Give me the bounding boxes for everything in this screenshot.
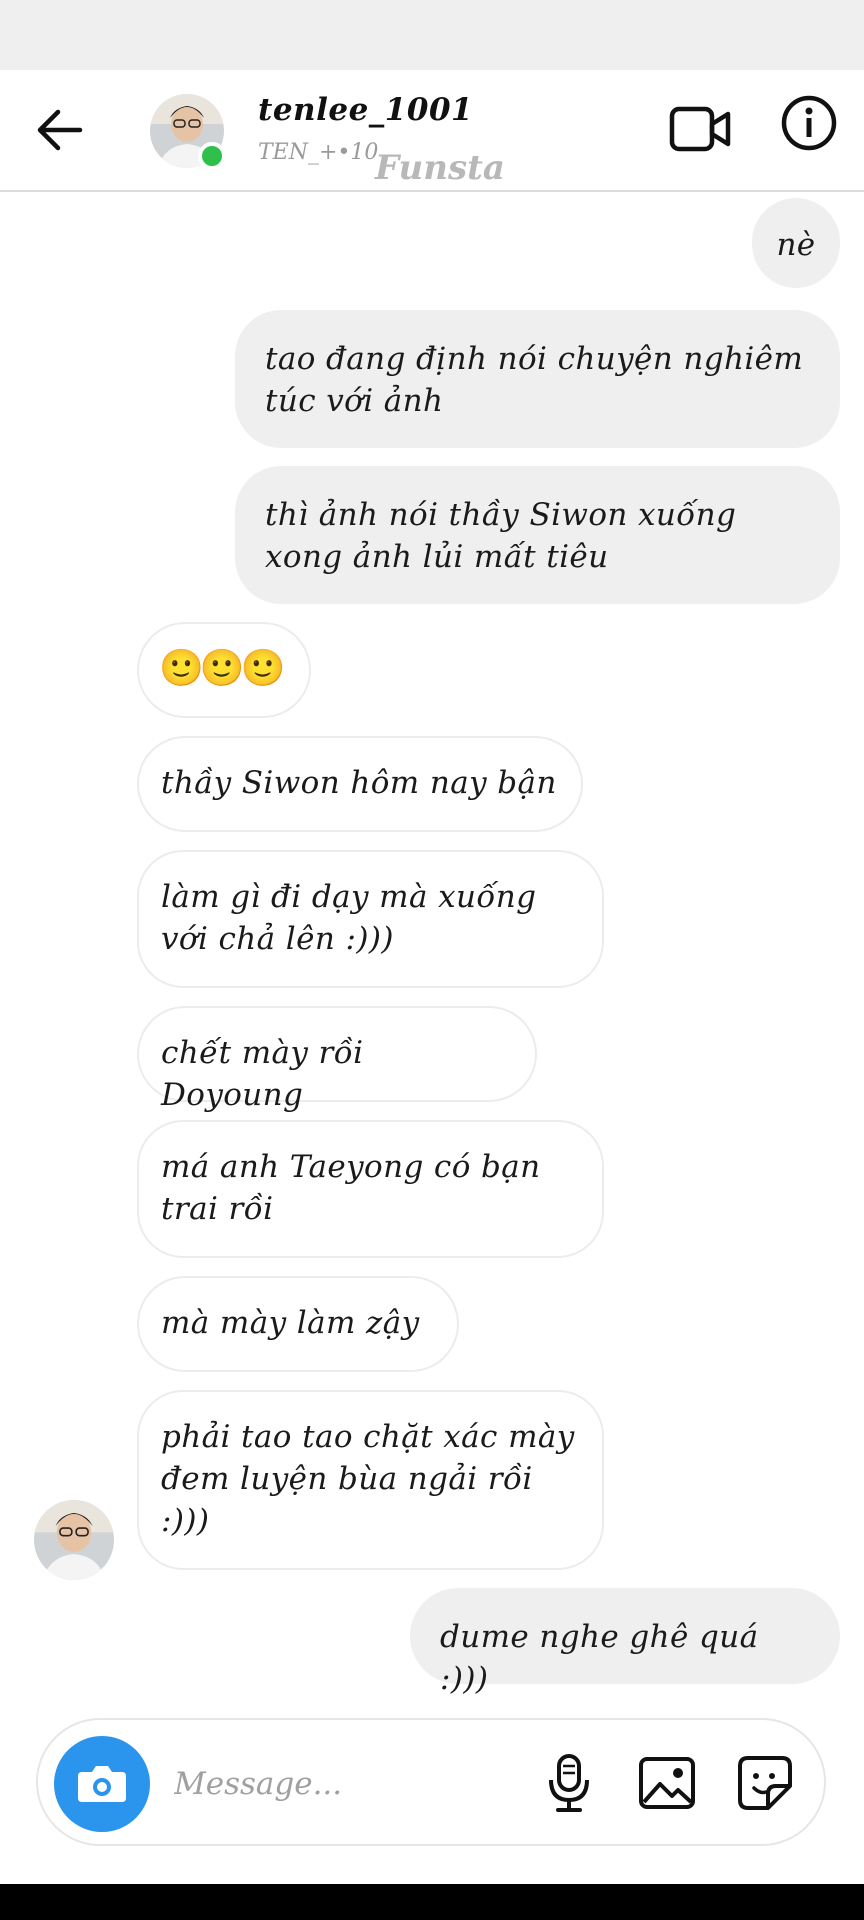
avatar-photo (34, 1500, 114, 1580)
system-navigation-bar (0, 1884, 864, 1920)
contact-avatar[interactable] (150, 94, 226, 170)
microphone-icon (549, 1754, 589, 1812)
sticker-icon (738, 1756, 792, 1810)
chat-header: tenlee_1001 TEN_+•10 Funsta (0, 70, 864, 192)
contact-subname: TEN_+•10 (258, 140, 379, 165)
video-call-button[interactable] (668, 96, 734, 162)
message-bubble-incoming[interactable]: làm gì đi dạy mà xuống với chả lên :))) (137, 850, 604, 988)
message-bubble-incoming[interactable]: phải tao tao chặt xác mày đem luyện bùa … (137, 1390, 604, 1570)
sticker-button[interactable] (732, 1750, 798, 1816)
message-bubble-outgoing[interactable]: nè (752, 198, 840, 288)
message-bubble-incoming[interactable]: mà mày làm zậy (137, 1276, 459, 1372)
message-bubble-outgoing[interactable]: thì ảnh nói thầy Siwon xuống xong ảnh lủ… (235, 466, 840, 604)
video-camera-icon (669, 106, 731, 152)
camera-button[interactable] (54, 1736, 150, 1832)
image-icon (639, 1757, 695, 1809)
arrow-left-icon (37, 109, 83, 151)
sender-avatar[interactable] (34, 1500, 114, 1580)
message-thread[interactable]: nè tao đang định nói chuyện nghiêm túc v… (0, 192, 864, 1702)
microphone-button[interactable] (536, 1750, 602, 1816)
online-status-dot (198, 142, 226, 170)
status-bar (0, 0, 864, 70)
back-button[interactable] (30, 100, 90, 160)
message-composer (36, 1718, 826, 1846)
message-bubble-incoming[interactable]: má anh Taeyong có bạn trai rồi (137, 1120, 604, 1258)
message-input[interactable] (174, 1760, 514, 1808)
message-bubble-incoming[interactable]: thầy Siwon hôm nay bận (137, 736, 583, 832)
info-button[interactable] (780, 94, 838, 152)
contact-username[interactable]: tenlee_1001 (258, 92, 473, 128)
message-bubble-outgoing[interactable]: tao đang định nói chuyện nghiêm túc với … (235, 310, 840, 448)
camera-icon (78, 1766, 126, 1802)
message-bubble-outgoing[interactable]: dume nghe ghê quá :))) (410, 1588, 840, 1697)
message-bubble-incoming[interactable]: 🙂🙂🙂 (137, 622, 311, 718)
message-bubble-incoming[interactable]: chết mày rồi Doyoung (137, 1006, 537, 1113)
gallery-button[interactable] (634, 1750, 700, 1816)
info-icon (781, 95, 837, 151)
watermark: Funsta (375, 148, 505, 188)
